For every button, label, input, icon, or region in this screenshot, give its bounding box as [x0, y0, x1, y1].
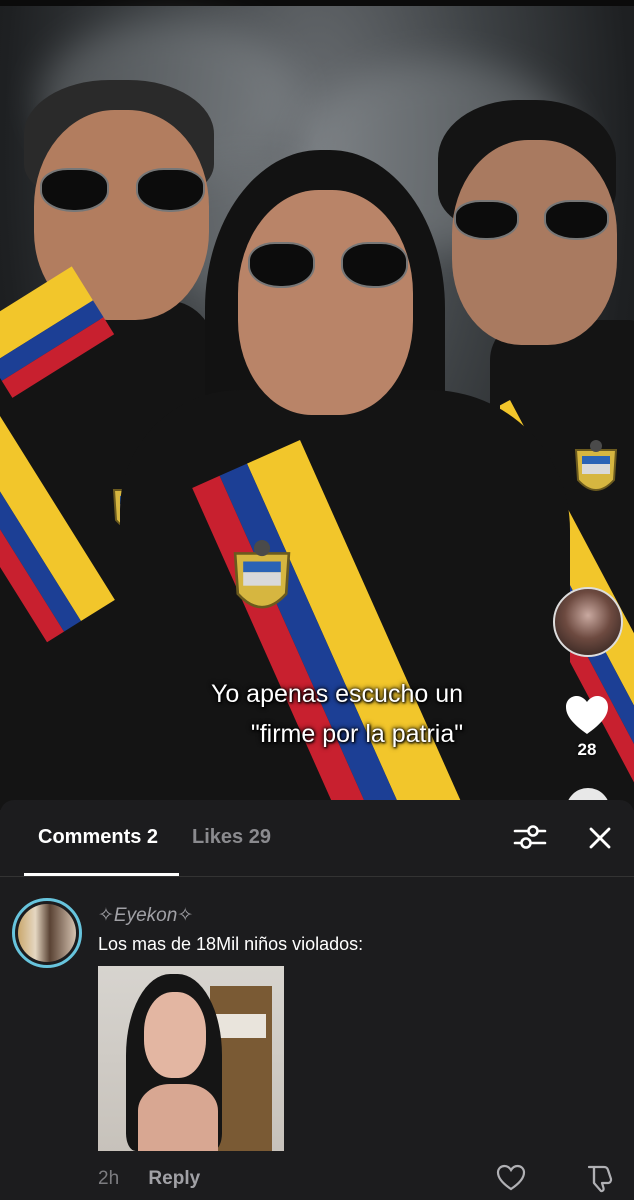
comments-tabs: Comments 2 Likes 29 — [0, 800, 634, 877]
tab-likes[interactable]: Likes 29 — [192, 826, 271, 849]
heart-icon[interactable] — [563, 692, 611, 740]
video-caption-line2: "firme por la patria" — [250, 720, 464, 748]
reply-button[interactable]: Reply — [148, 1168, 200, 1189]
close-icon[interactable] — [584, 822, 616, 854]
video-player[interactable]: Yo apenas escucho un "firme por la patri… — [0, 0, 634, 810]
sliders-icon[interactable] — [512, 822, 548, 852]
comment-avatar[interactable] — [12, 898, 82, 968]
coat-of-arms-icon — [574, 440, 618, 491]
image-face — [144, 992, 206, 1078]
comment-image[interactable] — [98, 966, 284, 1151]
video-like-count: 28 — [577, 740, 597, 759]
lens — [340, 242, 408, 288]
avatar-photo — [18, 904, 76, 962]
comment-username[interactable]: ✧Eyekon✧ — [98, 904, 193, 927]
video-caption-line1: Yo apenas escucho un — [210, 680, 464, 708]
sash-stripes — [0, 320, 115, 643]
shelf-item — [216, 1014, 266, 1038]
comment-time: 2h — [98, 1168, 120, 1189]
tab-comments[interactable]: Comments 2 — [38, 826, 158, 849]
comment-heart-icon[interactable] — [496, 1163, 526, 1193]
coat-of-arms-icon — [233, 540, 291, 609]
image-neck — [138, 1084, 218, 1151]
status-strip — [0, 0, 634, 6]
sunglasses — [248, 242, 408, 288]
lens — [40, 168, 110, 212]
face — [238, 190, 413, 415]
creator-avatar[interactable] — [553, 587, 623, 657]
lens — [248, 242, 316, 288]
comments-sheet: Comments 2 Likes 29 ✧Eyekon✧ Los mas de … — [0, 800, 634, 1200]
active-tab-indicator — [24, 873, 179, 876]
comment-meta: 2h Reply — [98, 1168, 200, 1190]
thumbs-down-icon[interactable] — [585, 1163, 615, 1193]
comment-text: Los mas de 18Mil niños violados: — [98, 934, 364, 954]
